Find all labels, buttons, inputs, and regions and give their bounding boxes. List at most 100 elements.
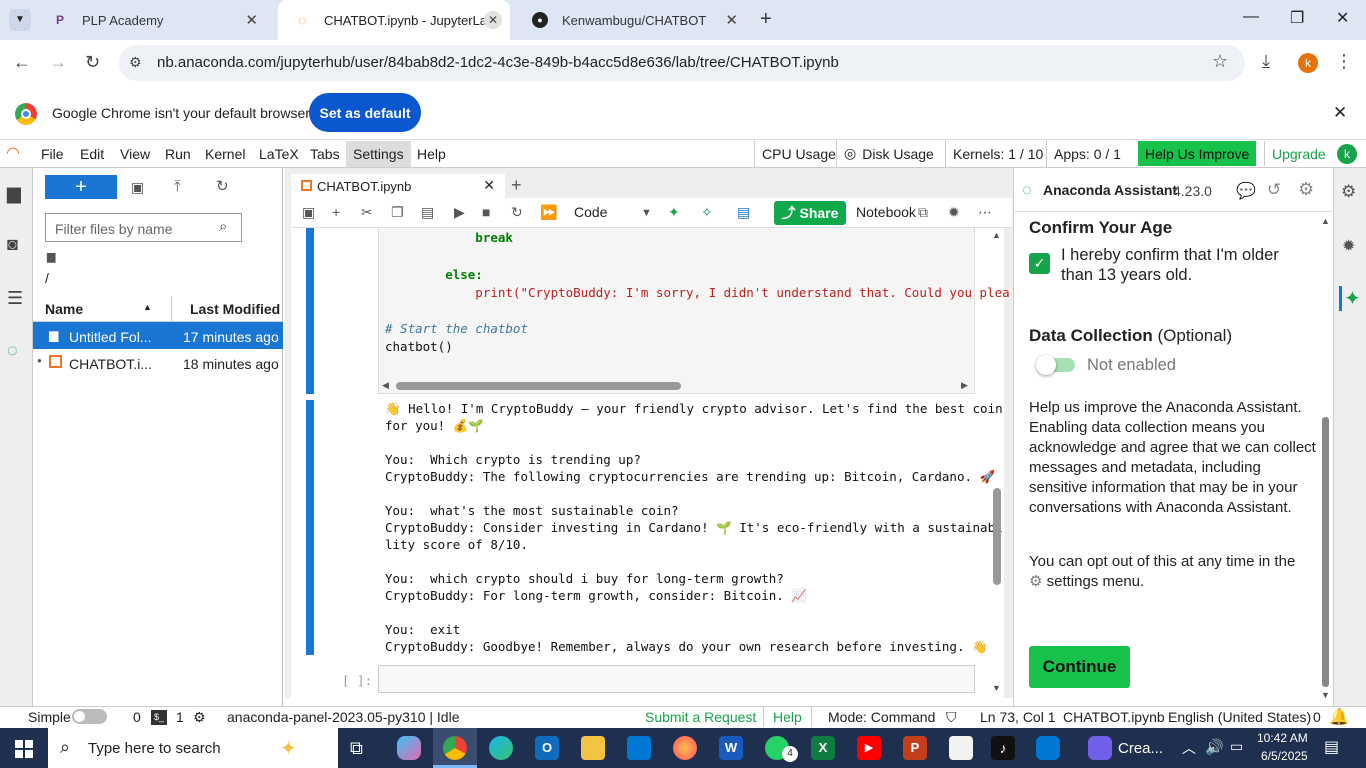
word-icon[interactable]: W <box>719 736 743 760</box>
menu-kernel[interactable]: Kernel <box>205 146 245 162</box>
ai-assist-icon[interactable]: ✧ <box>701 204 713 221</box>
notification-center-icon[interactable]: ▤ <box>1324 737 1339 757</box>
menu-settings[interactable]: Settings <box>346 141 411 167</box>
site-info-icon[interactable]: ⚙ <box>129 54 142 71</box>
tiktok-icon[interactable]: ♪ <box>991 736 1015 760</box>
speaker-icon[interactable]: 🔊 <box>1205 738 1224 756</box>
powerpoint-icon[interactable]: P <box>903 736 927 760</box>
chrome-menu-icon[interactable]: ⋮ <box>1335 51 1353 72</box>
minimize-icon[interactable]: — <box>1243 8 1259 26</box>
menu-edit[interactable]: Edit <box>80 146 104 162</box>
menu-view[interactable]: View <box>120 146 150 162</box>
forward-icon[interactable]: → <box>49 52 67 73</box>
file-row[interactable]: ▆ Untitled Fol... 17 minutes ago <box>33 322 283 349</box>
language-status[interactable]: English (United States) <box>1168 709 1311 725</box>
restore-icon[interactable]: ❐ <box>1290 8 1304 28</box>
assistant-sparkle-icon[interactable]: ✦ <box>1339 286 1361 311</box>
age-checkbox[interactable]: ✓ <box>1029 253 1050 274</box>
gear-icon[interactable]: ⚙ <box>1298 179 1314 200</box>
set-default-button[interactable]: Set as default <box>309 93 421 132</box>
more-icon[interactable]: ⋯ <box>978 204 992 221</box>
assistant-scrollbar[interactable] <box>1322 417 1329 687</box>
task-view-icon[interactable]: ⧉ <box>350 738 363 759</box>
breadcrumb-path[interactable]: / <box>45 270 49 286</box>
empty-code-cell[interactable] <box>378 665 975 693</box>
ai-sparkle-icon[interactable]: ✦ <box>668 204 680 221</box>
submit-request-link[interactable]: Submit a Request <box>645 709 756 725</box>
edge-icon[interactable] <box>489 736 513 760</box>
run-icon[interactable]: ▶ <box>454 204 465 221</box>
youtube-icon[interactable]: ▶ <box>857 736 881 760</box>
upgrade-button[interactable]: Upgrade <box>1264 141 1333 166</box>
stop-icon[interactable]: ■ <box>482 204 490 220</box>
taskbar-app-label[interactable]: Crea... <box>1118 740 1163 757</box>
close-infobar-icon[interactable]: ✕ <box>1333 103 1347 123</box>
browser-tab-github[interactable]: ● Kenwambugu/CHATBOT ✕ <box>516 0 752 40</box>
close-icon[interactable]: ✕ <box>245 11 258 29</box>
apps-count[interactable]: Apps: 0 / 1 <box>1046 140 1128 167</box>
chevron-down-icon[interactable]: ▼ <box>641 207 652 219</box>
running-icon[interactable]: ◙ <box>7 234 18 255</box>
excel-icon[interactable]: X <box>811 736 835 760</box>
battery-icon[interactable]: ▭ <box>1230 738 1243 755</box>
property-inspector-icon[interactable]: ⚙ <box>1341 182 1356 202</box>
simple-mode-toggle[interactable] <box>72 709 107 724</box>
column-name[interactable]: Name <box>45 301 83 317</box>
kernel-gear-icon[interactable]: ⚙ <box>193 709 206 726</box>
restart-icon[interactable]: ↻ <box>511 204 523 221</box>
toggle-knob[interactable] <box>1036 355 1056 375</box>
cpu-usage[interactable]: CPU Usage <box>754 140 843 167</box>
scroll-down-icon[interactable]: ▼ <box>992 683 1001 693</box>
horizontal-scrollbar[interactable] <box>396 382 681 390</box>
cut-icon[interactable]: ✂ <box>361 204 373 221</box>
debugger-icon[interactable]: ✹ <box>1342 236 1355 256</box>
disk-usage[interactable]: ◎ Disk Usage <box>836 140 941 167</box>
scroll-down-icon[interactable]: ▼ <box>1321 690 1330 700</box>
new-launcher-button[interactable]: + <box>45 175 117 199</box>
url-text[interactable]: nb.anaconda.com/jupyterhub/user/84bab8d2… <box>157 54 839 71</box>
user-avatar[interactable]: k <box>1337 144 1357 164</box>
share-button[interactable]: ⤴ Share <box>774 201 846 225</box>
upload-icon[interactable]: ⤒ <box>174 178 181 195</box>
store-icon[interactable] <box>627 736 651 760</box>
clipchamp-icon[interactable] <box>1088 736 1112 760</box>
file-row[interactable]: ● CHATBOT.i... 18 minutes ago <box>33 349 283 376</box>
anaconda-icon[interactable]: ◌ <box>7 340 18 361</box>
scroll-up-icon[interactable]: ▲ <box>992 230 1001 240</box>
toc-icon[interactable]: ☰ <box>7 288 23 309</box>
menu-file[interactable]: File <box>41 146 64 162</box>
kernel-status[interactable]: anaconda-panel-2023.05-py310 | Idle <box>227 709 459 725</box>
tab-search-button[interactable]: ▼ <box>9 9 31 31</box>
close-window-icon[interactable]: ✕ <box>1336 8 1349 28</box>
close-icon[interactable]: ✕ <box>483 177 495 194</box>
paste-icon[interactable]: ▤ <box>421 204 434 221</box>
menu-tabs[interactable]: Tabs <box>310 146 340 162</box>
browser-tab-plp[interactable]: P PLP Academy ✕ <box>36 0 272 40</box>
close-icon[interactable]: ✕ <box>725 11 738 29</box>
save-icon[interactable]: ▣ <box>302 204 315 221</box>
menu-run[interactable]: Run <box>165 146 191 162</box>
cell-type-select[interactable]: Code <box>574 204 607 220</box>
scroll-up-icon[interactable]: ▲ <box>1321 216 1330 226</box>
close-icon[interactable]: ✕ <box>484 11 502 29</box>
continue-button[interactable]: Continue <box>1029 646 1130 688</box>
back-icon[interactable]: ← <box>13 52 31 73</box>
terminal-icon[interactable]: $_ <box>151 710 167 725</box>
clock-time[interactable]: 10:42 AM <box>1257 731 1308 745</box>
help-improve-button[interactable]: Help Us Improve <box>1138 141 1257 166</box>
bookmark-star-icon[interactable]: ☆ <box>1212 51 1228 72</box>
folder-icon[interactable]: ▆ <box>7 183 21 204</box>
breadcrumb-folder-icon[interactable]: ▆ <box>47 250 55 263</box>
menu-help[interactable]: Help <box>417 146 446 162</box>
clock-date[interactable]: 6/5/2025 <box>1261 749 1308 763</box>
vscode-icon[interactable] <box>1036 736 1060 760</box>
kernels-count[interactable]: Kernels: 1 / 10 <box>945 140 1050 167</box>
notebook-label[interactable]: Notebook <box>856 204 916 220</box>
chat-icon[interactable]: 💬 <box>1236 181 1256 201</box>
notepad-icon[interactable] <box>949 736 973 760</box>
kernel-bug-icon[interactable]: ✹ <box>948 204 960 221</box>
panel-icon[interactable]: ▤ <box>737 204 750 221</box>
help-link[interactable]: Help <box>773 709 802 725</box>
file-explorer-icon[interactable] <box>581 736 605 760</box>
reload-icon[interactable]: ↻ <box>85 52 100 73</box>
